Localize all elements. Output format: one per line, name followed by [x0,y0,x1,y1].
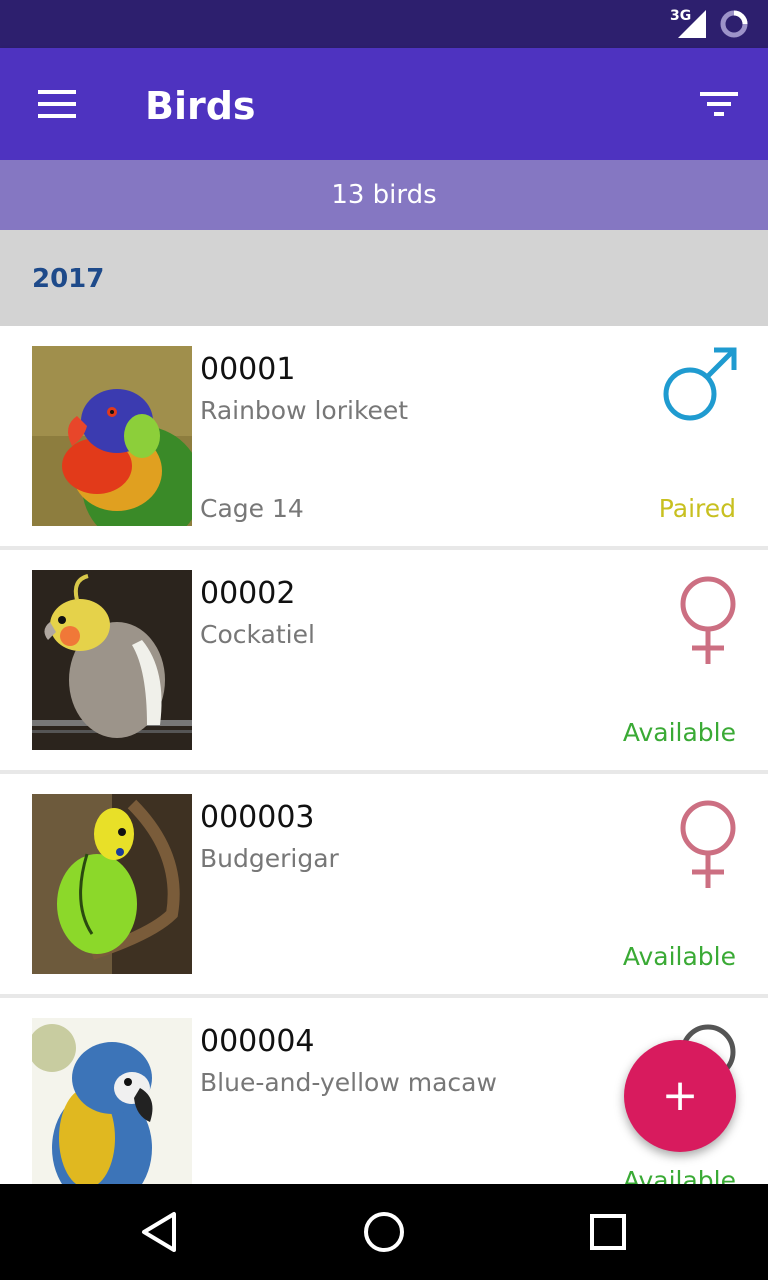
female-gender-icon [680,576,736,664]
bird-id: 00002 [200,576,296,611]
bird-cage: Cage 14 [200,494,304,523]
page-title: Birds [145,84,256,128]
bird-id: 00001 [200,352,296,387]
status-badge: Available [622,942,736,971]
list-item[interactable]: 00002 Cockatiel Available [0,550,768,770]
bird-photo [32,1018,192,1184]
bird-species: Rainbow lorikeet [200,396,409,425]
bird-species: Budgerigar [200,844,339,873]
app-bar: Birds [0,48,768,160]
bird-id: 000003 [200,800,315,835]
status-badge: Available [622,718,736,747]
female-gender-icon [680,800,736,888]
menu-icon[interactable] [28,78,84,134]
bird-count-label: 13 birds [331,180,437,210]
male-gender-icon [663,347,737,421]
status-badge: Paired [658,494,736,523]
bird-photo [32,794,192,974]
back-triangle-icon[interactable] [134,1206,186,1258]
bird-species: Blue-and-yellow macaw [200,1068,497,1097]
filter-icon[interactable] [694,82,746,130]
bird-photo [32,570,192,750]
list-item[interactable]: 00001 Rainbow lorikeet Cage 14 Paired [0,326,768,546]
status-badge: Available [622,1166,736,1184]
recents-square-icon[interactable] [582,1206,634,1258]
battery-icon [720,10,748,38]
section-header: 2017 [0,230,768,326]
bird-count-bar: 13 birds [0,160,768,230]
signal-icon [678,10,706,38]
bird-species: Cockatiel [200,620,315,649]
system-nav-bar [0,1184,768,1280]
bird-photo [32,346,192,526]
status-bar: 3G [0,0,768,48]
add-bird-button[interactable]: + [624,1040,736,1152]
list-item[interactable]: 000003 Budgerigar Available [0,774,768,994]
bird-id: 000004 [200,1024,315,1059]
home-circle-icon[interactable] [358,1206,410,1258]
section-year: 2017 [32,264,105,294]
plus-icon: + [661,1070,699,1121]
